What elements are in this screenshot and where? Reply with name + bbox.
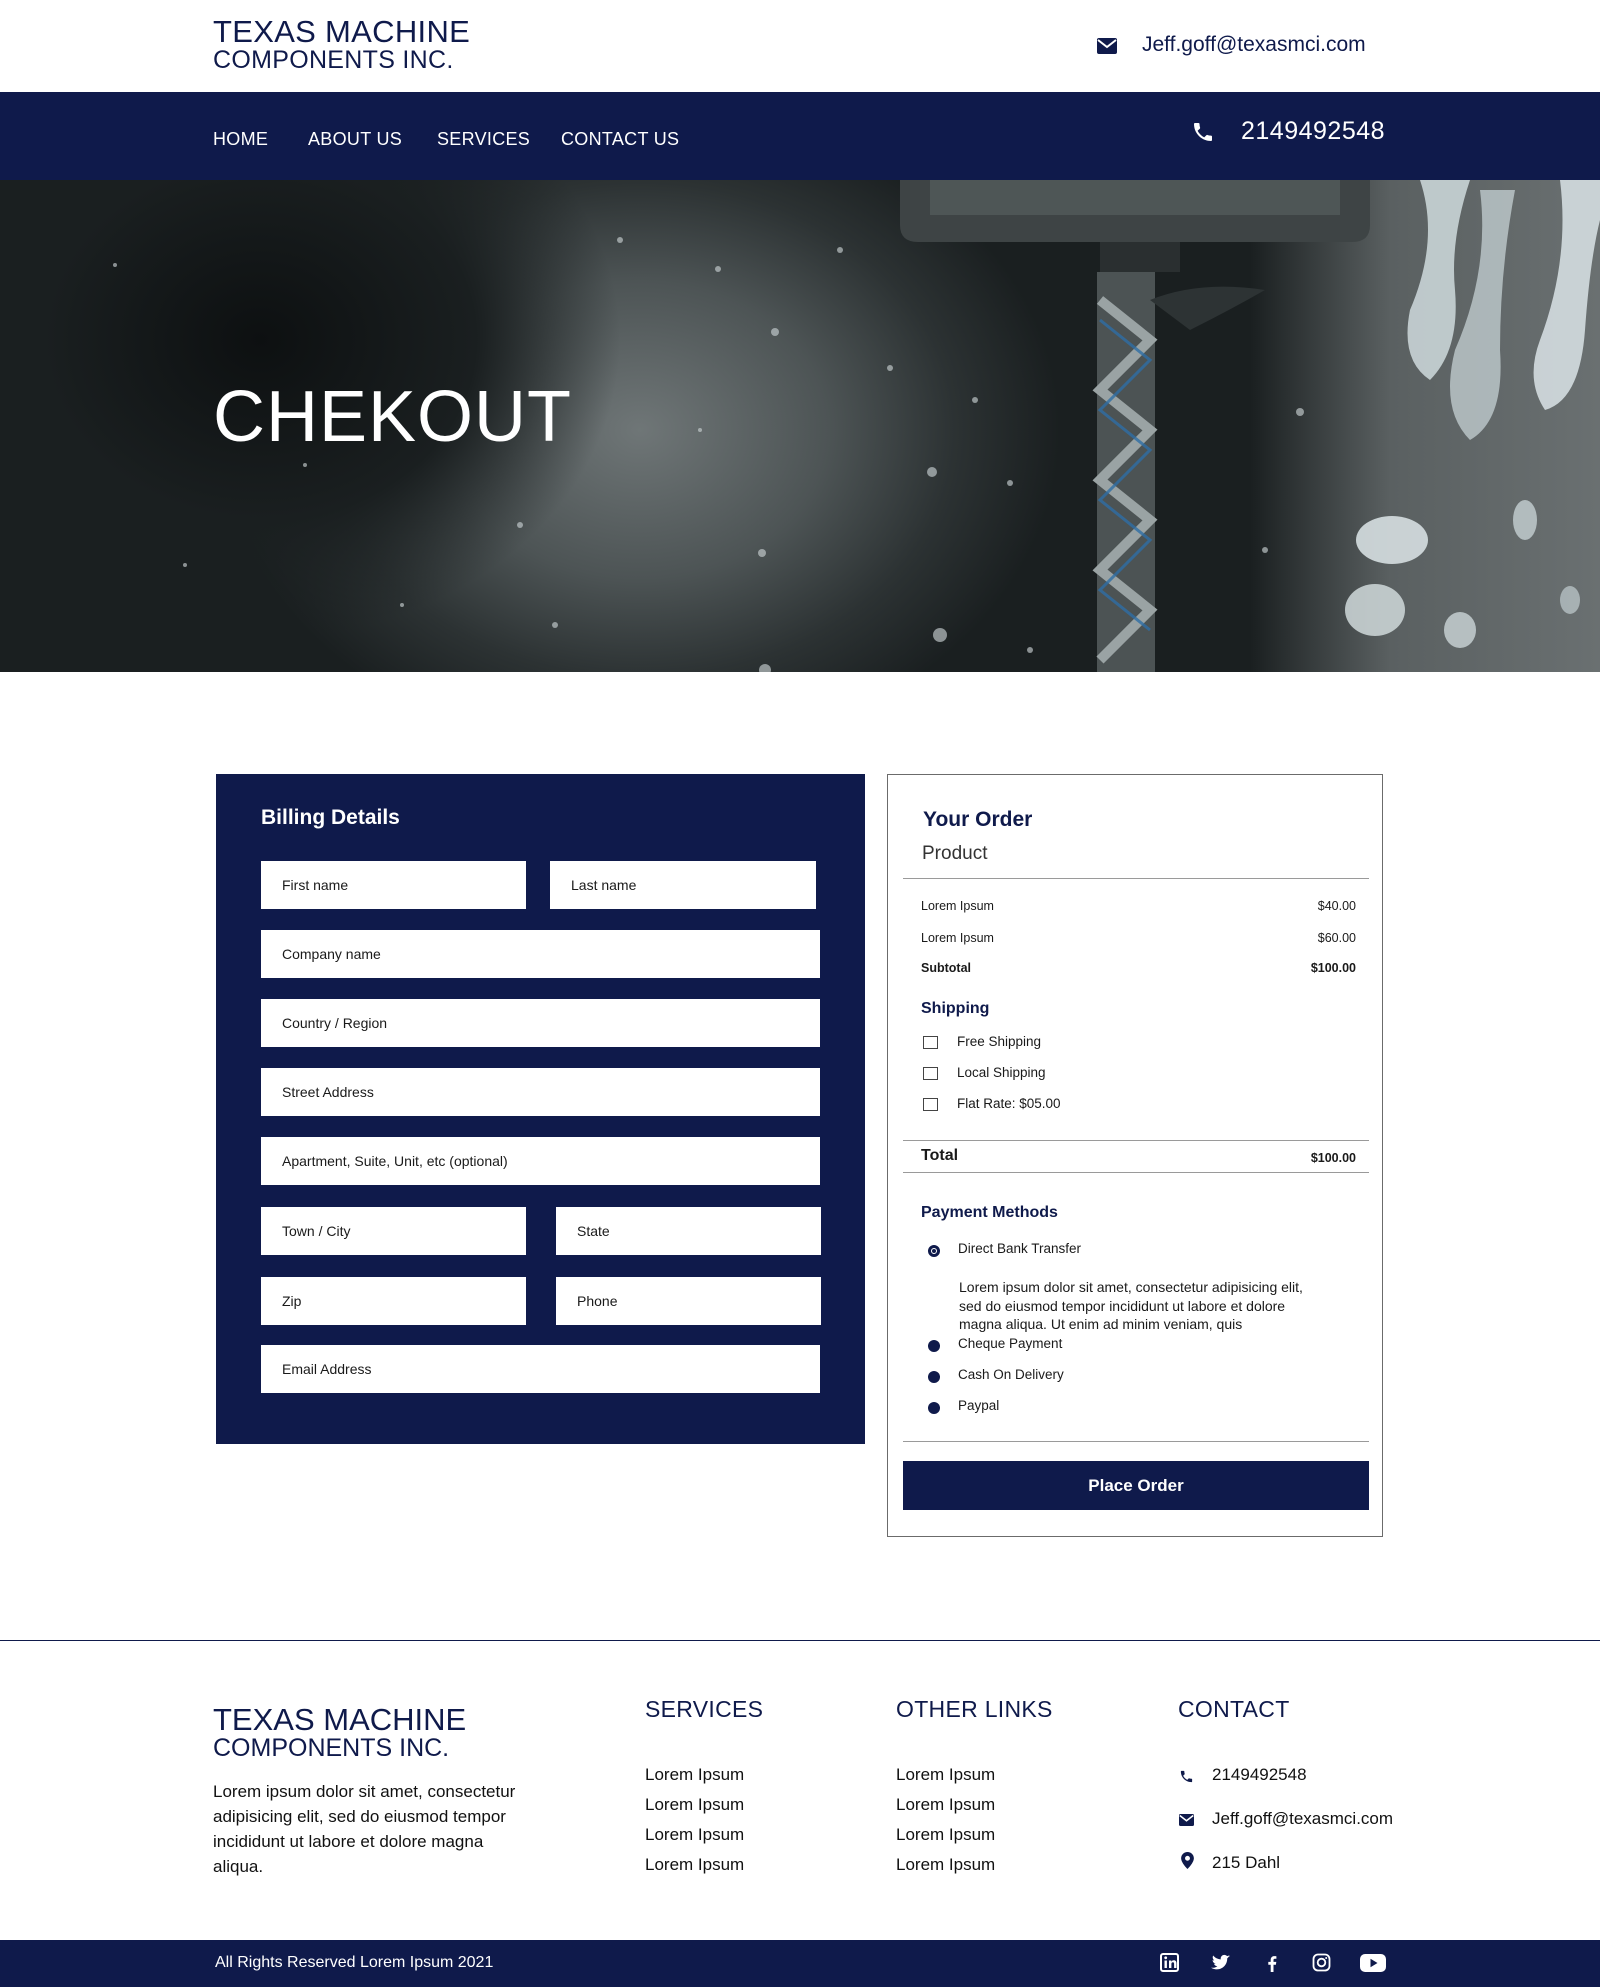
cheque-payment-radio[interactable] (928, 1340, 940, 1352)
footer-services-link[interactable]: Lorem Ipsum (645, 1765, 744, 1785)
page-title: CHEKOUT (213, 377, 573, 457)
nav-services[interactable]: SERVICES (437, 129, 530, 150)
subtotal-value: $100.00 (1310, 961, 1356, 975)
local-shipping-checkbox[interactable] (923, 1067, 938, 1080)
twitter-icon[interactable] (1209, 1952, 1233, 1974)
billing-details-panel: Billing Details (216, 774, 865, 1444)
zip-field[interactable] (261, 1277, 526, 1325)
phone-icon (1180, 1770, 1193, 1783)
bank-transfer-label[interactable]: Direct Bank Transfer (958, 1241, 1081, 1256)
nav-home[interactable]: HOME (213, 129, 268, 150)
local-shipping-label[interactable]: Local Shipping (957, 1065, 1046, 1080)
footer-other-link[interactable]: Lorem Ipsum (896, 1825, 995, 1845)
company-name-field[interactable] (261, 930, 820, 978)
total-label: Total (921, 1147, 959, 1164)
top-header: TEXAS MACHINE COMPONENTS INC. Jeff.goff@… (0, 0, 1600, 92)
order-item-price: $40.00 (1317, 899, 1356, 913)
apartment-field[interactable] (261, 1137, 820, 1185)
location-pin-icon (1181, 1852, 1194, 1869)
email-field[interactable] (261, 1345, 820, 1393)
cash-on-delivery-label[interactable]: Cash On Delivery (958, 1367, 1064, 1382)
flat-rate-label[interactable]: Flat Rate: $05.00 (957, 1096, 1061, 1111)
billing-title: Billing Details (261, 806, 400, 829)
mail-icon (1179, 1814, 1194, 1826)
order-item-price: $60.00 (1317, 931, 1356, 945)
phone-field[interactable] (556, 1277, 821, 1325)
order-title: Your Order (923, 808, 1033, 831)
footer-logo-line1[interactable]: TEXAS MACHINE (213, 1702, 466, 1738)
total-value: $100.00 (1310, 1151, 1356, 1165)
order-summary-panel: Your Order Product Lorem Ipsum $40.00 Lo… (887, 774, 1383, 1537)
footer-services-link[interactable]: Lorem Ipsum (645, 1795, 744, 1815)
product-header: Product (922, 843, 988, 864)
header-email[interactable]: Jeff.goff@texasmci.com (1142, 33, 1366, 57)
footer-phone[interactable]: 2149492548 (1212, 1765, 1307, 1785)
subtotal-label: Subtotal (921, 961, 971, 975)
shipping-title: Shipping (921, 1000, 990, 1017)
footer-other-link[interactable]: Lorem Ipsum (896, 1765, 995, 1785)
divider (903, 878, 1369, 879)
footer-logo-line2[interactable]: COMPONENTS INC. (213, 1734, 449, 1763)
copyright-text: All Rights Reserved Lorem Ipsum 2021 (215, 1954, 494, 1971)
paypal-radio[interactable] (928, 1402, 940, 1414)
linkedin-icon[interactable] (1158, 1952, 1182, 1974)
paypal-label[interactable]: Paypal (958, 1398, 999, 1413)
payment-methods-title: Payment Methods (921, 1204, 1058, 1221)
first-name-field[interactable] (261, 861, 526, 909)
logo-line2[interactable]: COMPONENTS INC. (213, 46, 454, 75)
phone-icon (1194, 123, 1212, 141)
nav-phone-number[interactable]: 2149492548 (1241, 117, 1385, 146)
divider (903, 1172, 1369, 1173)
logo-line1[interactable]: TEXAS MACHINE (213, 14, 470, 50)
nav-contact-us[interactable]: CONTACT US (561, 129, 679, 150)
last-name-field[interactable] (550, 861, 816, 909)
footer-services-link[interactable]: Lorem Ipsum (645, 1855, 744, 1875)
street-address-field[interactable] (261, 1068, 820, 1116)
footer-address: 215 Dahl (1212, 1853, 1281, 1872)
facebook-icon[interactable] (1260, 1952, 1284, 1974)
footer-other-links-heading: OTHER LINKS (896, 1696, 1053, 1722)
state-field[interactable] (556, 1207, 821, 1255)
youtube-icon[interactable] (1359, 1952, 1387, 1974)
footer-bottom-bar: All Rights Reserved Lorem Ipsum 2021 (0, 1940, 1600, 1987)
order-item-name: Lorem Ipsum (921, 931, 994, 945)
place-order-button[interactable]: Place Order (903, 1461, 1369, 1510)
nav-about-us[interactable]: ABOUT US (308, 129, 402, 150)
cheque-payment-label[interactable]: Cheque Payment (958, 1336, 1062, 1351)
footer-contact-heading: CONTACT (1178, 1696, 1290, 1722)
footer-divider (0, 1640, 1600, 1641)
town-city-field[interactable] (261, 1207, 526, 1255)
footer-other-link[interactable]: Lorem Ipsum (896, 1795, 995, 1815)
footer-other-link[interactable]: Lorem Ipsum (896, 1855, 995, 1875)
footer-description: Lorem ipsum dolor sit amet, consectetur … (213, 1782, 516, 1876)
divider (903, 1441, 1369, 1442)
bank-transfer-radio[interactable] (928, 1245, 940, 1257)
cash-on-delivery-radio[interactable] (928, 1371, 940, 1383)
main-navbar: HOME ABOUT US SERVICES CONTACT US 214949… (0, 92, 1600, 180)
footer-services-heading: SERVICES (645, 1696, 764, 1722)
flat-rate-checkbox[interactable] (923, 1098, 938, 1111)
mail-icon (1097, 38, 1117, 54)
hero-banner: CHEKOUT (0, 180, 1600, 672)
country-region-field[interactable] (261, 999, 820, 1047)
footer-services-link[interactable]: Lorem Ipsum (645, 1825, 744, 1845)
instagram-icon[interactable] (1310, 1952, 1334, 1974)
free-shipping-checkbox[interactable] (923, 1036, 938, 1049)
order-item-name: Lorem Ipsum (921, 899, 994, 913)
free-shipping-label[interactable]: Free Shipping (957, 1034, 1041, 1049)
footer-email[interactable]: Jeff.goff@texasmci.com (1212, 1809, 1393, 1829)
payment-description: Lorem ipsum dolor sit amet, consectetur … (959, 1279, 1303, 1332)
divider (903, 1140, 1369, 1141)
